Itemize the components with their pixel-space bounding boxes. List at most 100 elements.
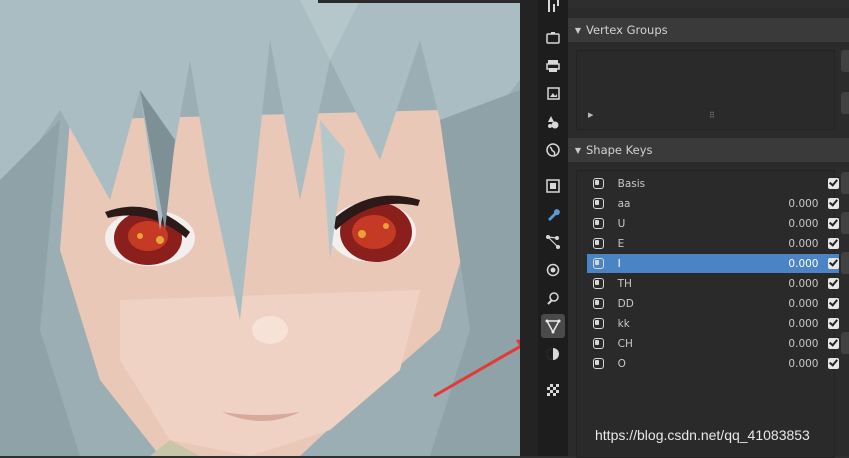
outliner-divider [520,0,538,456]
shape-key-value[interactable]: 0.000 [761,358,818,370]
texture-tab[interactable] [541,378,565,402]
shape-key-mute-checkbox[interactable] [828,318,839,329]
constraint-icon [547,292,559,305]
watermark-text: https://blog.csdn.net/qq_41083853 [595,427,810,443]
shape-key-mute-checkbox[interactable] [828,278,839,289]
shape-key-icon [593,318,604,329]
shape-key-icon [593,278,604,289]
shape-key-value[interactable]: 0.000 [761,258,818,270]
shape-key-name[interactable]: CH [618,338,761,350]
shape-key-value[interactable]: 0.000 [761,338,818,350]
shape-key-name[interactable]: DD [618,298,761,310]
vertex-group-menu-button[interactable] [841,92,849,114]
modifier-tab[interactable] [541,202,565,226]
shape-key-mute-checkbox[interactable] [828,258,839,269]
globe-icon [546,143,560,157]
shape-key-icon [593,178,604,189]
vertex-groups-title: Vertex Groups [586,23,668,37]
shape-key-name[interactable]: aa [618,198,761,210]
shape-key-menu-button[interactable] [841,212,849,234]
render-tab[interactable] [541,26,565,50]
shape-key-name[interactable]: U [618,218,761,230]
shape-key-name[interactable]: TH [618,278,761,290]
camera-icon [546,32,560,44]
3d-viewport[interactable] [0,0,520,456]
image-stack-icon [547,87,560,100]
shape-key-row[interactable]: TH 0.000 [587,274,839,293]
shape-key-mute-checkbox[interactable] [828,198,839,209]
shape-key-name[interactable]: O [618,358,761,370]
shape-key-row[interactable]: Basis [587,174,839,193]
mesh-data-icon [545,319,561,334]
shape-key-value[interactable]: 0.000 [761,218,818,230]
viewport-header-strip [318,0,520,3]
shape-key-icon [593,238,604,249]
shape-key-mute-checkbox[interactable] [828,338,839,349]
shape-key-name[interactable]: kk [618,318,761,330]
material-tab[interactable] [541,342,565,366]
shape-key-mute-checkbox[interactable] [828,238,839,249]
shape-key-row[interactable]: U 0.000 [587,214,839,233]
checker-icon [547,384,559,396]
shape-key-value[interactable]: 0.000 [761,278,818,290]
resize-handle-icon[interactable]: ⠿ [709,111,715,120]
shape-key-icon [593,258,604,269]
shape-key-icon [593,298,604,309]
shape-key-icon [593,338,604,349]
shape-key-row[interactable]: kk 0.000 [587,314,839,333]
printer-icon [546,60,560,72]
material-sphere-icon [547,348,559,360]
data-tab[interactable] [541,314,565,338]
particles-icon [546,235,560,249]
shape-keys-title: Shape Keys [586,143,653,157]
add-shape-key-button[interactable] [841,172,849,194]
shape-keys-header[interactable]: ▼ Shape Keys [568,138,849,162]
shape-key-row[interactable]: aa 0.000 [587,194,839,213]
shape-key-value[interactable]: 0.000 [761,298,818,310]
properties-editor: ▼ Vertex Groups ▶ ⠿ ▼ Shape Keys Basis aa… [568,0,849,458]
tool-tab[interactable] [541,0,565,18]
physics-tab[interactable] [541,258,565,282]
shape-key-value[interactable]: 0.000 [761,238,818,250]
output-tab[interactable] [541,54,565,78]
world-tab[interactable] [541,138,565,162]
shape-key-name[interactable]: Basis [618,178,761,190]
physics-orbit-icon [546,263,560,277]
shape-key-value[interactable]: 0.000 [761,198,818,210]
shape-key-mute-checkbox[interactable] [828,178,839,189]
shape-key-row[interactable]: DD 0.000 [587,294,839,313]
shape-key-name[interactable]: E [618,238,761,250]
object-square-icon [546,179,560,193]
vertex-groups-header[interactable]: ▼ Vertex Groups [568,18,849,42]
shape-key-icon [593,358,604,369]
shape-key-mute-checkbox[interactable] [828,298,839,309]
wrench-icon [548,209,560,221]
shape-key-row[interactable]: E 0.000 [587,234,839,253]
scene-icon [548,116,559,129]
properties-tab-bar [538,0,568,456]
vertex-groups-list[interactable]: ▶ ⠿ [576,50,835,130]
collapse-triangle-icon: ▼ [574,25,582,35]
expand-list-icon[interactable]: ▶ [588,111,593,119]
collapse-triangle-icon: ▼ [574,145,582,155]
shape-key-extra-button[interactable] [841,332,849,354]
shape-key-icon [593,218,604,229]
tool-icon [548,0,559,12]
uv-maps-panel-edge [568,0,849,8]
shape-keys-list[interactable]: Basis aa 0.000 U 0.000 E 0.000 I 0.000 TH 0.000 DD 0… [576,170,839,458]
scene-tab[interactable] [541,110,565,134]
shape-key-row[interactable]: CH 0.000 [587,334,839,353]
constraints-tab[interactable] [541,286,565,310]
shape-key-mute-checkbox[interactable] [828,358,839,369]
shape-key-mute-checkbox[interactable] [828,218,839,229]
shape-key-row[interactable]: I 0.000 [587,254,839,273]
view-layer-tab[interactable] [541,82,565,106]
add-vertex-group-button[interactable] [841,50,849,72]
shape-key-value[interactable]: 0.000 [761,318,818,330]
particles-tab[interactable] [541,230,565,254]
object-tab[interactable] [541,174,565,198]
move-shape-key-button[interactable] [841,252,849,274]
shape-key-row[interactable]: O 0.000 [587,354,839,373]
shape-key-icon [593,198,604,209]
shape-key-name[interactable]: I [618,258,761,270]
